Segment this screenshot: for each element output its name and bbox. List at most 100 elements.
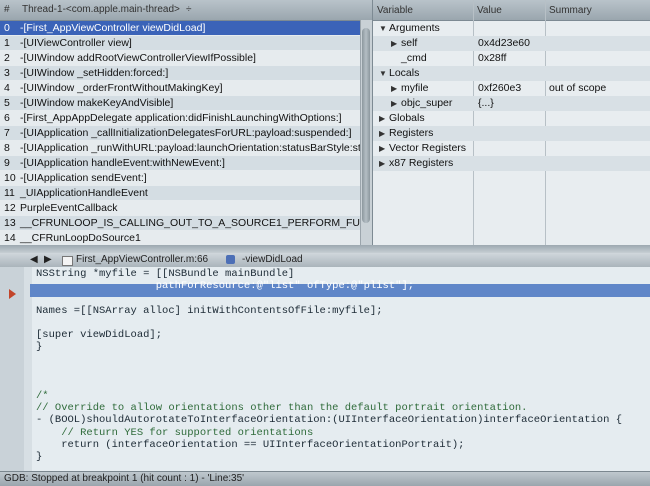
frame-label: -[First_AppAppDelegate application:didFi… (20, 112, 342, 124)
variable-name: Vector Registers (389, 142, 467, 154)
disclosure-closed-icon[interactable]: ▶ (391, 81, 401, 96)
frame-number: 8 (4, 142, 10, 154)
stack-scroll-thumb[interactable] (362, 28, 370, 223)
variable-row[interactable]: ▶ objc_super {...} (373, 96, 650, 111)
frame-label: PurpleEventCallback (20, 202, 118, 214)
file-icon (62, 256, 73, 266)
variable-name: objc_super (401, 97, 453, 109)
frame-number: 13 (4, 217, 16, 229)
stack-frame-row[interactable]: 13 __CFRUNLOOP_IS_CALLING_OUT_TO_A_SOURCE… (0, 216, 360, 230)
breakpoint-arrow-icon[interactable] (9, 289, 16, 299)
frame-number: 7 (4, 127, 10, 139)
frame-number: 0 (4, 22, 10, 34)
disclosure-open-icon[interactable]: ▼ (379, 21, 389, 36)
variable-name: Globals (389, 112, 425, 124)
stack-frame-row[interactable]: 7 -[UIApplication _callInitializationDele… (0, 126, 360, 140)
code-line: } (36, 451, 43, 463)
frame-label: -[UIWindow _orderFrontWithoutMakingKey] (20, 82, 223, 94)
stack-frame-row[interactable]: 14 __CFRunLoopDoSource1 (0, 231, 360, 245)
variable-name: _cmd (401, 52, 427, 64)
code-line: // Override to allow orientations other … (36, 402, 528, 415)
code-line: } (36, 341, 43, 354)
col-header-value[interactable]: Value (477, 5, 502, 16)
variable-name: self (401, 37, 418, 49)
code-line: - (BOOL)shouldAutorotateToInterfaceOrien… (36, 414, 622, 427)
variables-header: Variable Value Summary (373, 0, 650, 21)
code-folding-ribbon[interactable] (24, 267, 32, 471)
stack-frame-row[interactable]: 3 -[UIWindow _setHidden:forced:] (0, 66, 360, 80)
frame-label: -[UIWindow makeKeyAndVisible] (20, 97, 174, 109)
frame-number: 5 (4, 97, 10, 109)
pane-splitter[interactable] (0, 245, 650, 253)
stack-frame-row[interactable]: 6 -[First_AppAppDelegate application:didF… (0, 111, 360, 125)
frame-number: 3 (4, 67, 10, 79)
stack-frame-row[interactable]: 11 _UIApplicationHandleEvent (0, 186, 360, 200)
code-line: NSString *myfile = [[NSBundle mainBundle… (36, 268, 295, 280)
disclosure-closed-icon[interactable]: ▶ (379, 156, 389, 171)
variable-name: x87 Registers (389, 157, 454, 169)
variable-name: myfile (401, 82, 429, 94)
frame-number: 11 (4, 187, 15, 199)
method-icon (226, 255, 235, 264)
method-popup[interactable]: -viewDidLoad (242, 253, 303, 267)
disclosure-closed-icon[interactable]: ▶ (391, 96, 401, 111)
stack-frame-row[interactable]: 4 -[UIWindow _orderFrontWithoutMakingKey] (0, 81, 360, 95)
stack-frame-row[interactable]: 0 -[First_AppViewController viewDidLoad] (0, 21, 360, 35)
file-popup[interactable]: First_AppViewController.m:66 (76, 253, 208, 267)
frame-number: 4 (4, 82, 10, 94)
variable-name: Registers (389, 127, 434, 139)
status-bar: GDB: Stopped at breakpoint 1 (hit count … (0, 471, 650, 486)
code-line: return (interfaceOrientation == UIInterf… (36, 438, 465, 451)
frame-label: -[UIApplication handleEvent:withNewEvent… (20, 157, 225, 169)
stack-frame-row[interactable]: 12 PurpleEventCallback (0, 201, 360, 215)
stack-frame-row[interactable]: 10 -[UIApplication sendEvent:] (0, 171, 360, 185)
stack-frame-row[interactable]: 1 -[UIViewController view] (0, 36, 360, 50)
frame-number: 6 (4, 112, 10, 124)
frame-number: 12 (4, 202, 16, 214)
thread-label: Thread-1-<com.apple.main-thread> (22, 4, 180, 15)
variable-row[interactable]: ▼ Locals (373, 66, 650, 81)
variable-row[interactable]: ▶ Registers (373, 126, 650, 141)
code-line: [super viewDidLoad]; (36, 329, 163, 341)
variable-value: 0x4d23e60 (478, 37, 530, 49)
stack-frame-row[interactable]: 9 -[UIApplication handleEvent:withNewEven… (0, 156, 360, 170)
variable-row[interactable]: ▶ x87 Registers (373, 156, 650, 171)
variable-row[interactable]: _cmd 0x28ff (373, 51, 650, 66)
disclosure-closed-icon[interactable]: ▶ (379, 111, 389, 126)
disclosure-closed-icon[interactable]: ▶ (391, 36, 401, 51)
frame-number: 10 (4, 172, 16, 184)
stack-frame-row[interactable]: 2 -[UIWindow addRootViewControllerViewIfP… (0, 51, 360, 65)
variable-row[interactable]: ▼ Arguments (373, 21, 650, 36)
frame-label: -[UIViewController view] (20, 37, 132, 49)
frame-number: 2 (4, 52, 10, 64)
back-arrow-icon[interactable]: ◀ (30, 253, 38, 267)
forward-arrow-icon[interactable]: ▶ (44, 253, 52, 267)
frame-label: __CFRunLoopDoSource1 (20, 232, 141, 244)
col-header-summary[interactable]: Summary (549, 5, 592, 16)
variable-value: 0xf260e3 (478, 82, 522, 94)
variable-row[interactable]: ▶ self 0x4d23e60 (373, 36, 650, 51)
variable-summary: out of scope (549, 82, 607, 94)
disclosure-closed-icon[interactable]: ▶ (379, 126, 389, 141)
status-text: GDB: Stopped at breakpoint 1 (hit count … (4, 473, 245, 484)
col-header-variable[interactable]: Variable (377, 5, 413, 16)
thread-stack-pane: # Thread-1-<com.apple.main-thread> ÷ 0 -[… (0, 0, 372, 245)
stack-frame-row[interactable]: 5 -[UIWindow makeKeyAndVisible] (0, 96, 360, 110)
disclosure-open-icon[interactable]: ▼ (379, 66, 389, 81)
thread-dropdown-icon: ÷ (186, 4, 192, 15)
frame-label: -[UIApplication _runWithURL:payload:laun… (20, 142, 360, 154)
hash-icon: # (4, 4, 10, 15)
variable-value: {...} (478, 97, 494, 109)
thread-selector[interactable]: # Thread-1-<com.apple.main-thread> ÷ (0, 0, 372, 21)
variable-row[interactable]: ▶ Vector Registers (373, 141, 650, 156)
variable-row[interactable]: ▶ Globals (373, 111, 650, 126)
variable-row[interactable]: ▶ myfile 0xf260e3 out of scope (373, 81, 650, 96)
variable-name: Locals (389, 67, 420, 79)
frame-label: -[UIWindow addRootViewControllerViewIfPo… (20, 52, 256, 64)
frame-number: 14 (4, 232, 16, 244)
disclosure-closed-icon[interactable]: ▶ (379, 141, 389, 156)
frame-label: _UIApplicationHandleEvent (20, 187, 148, 199)
frame-label: -[First_AppViewController viewDidLoad] (20, 22, 206, 34)
variables-pane: Variable Value Summary ▼ Arguments ▶ self 0x… (372, 0, 650, 245)
stack-frame-row[interactable]: 8 -[UIApplication _runWithURL:payload:lau… (0, 141, 360, 155)
